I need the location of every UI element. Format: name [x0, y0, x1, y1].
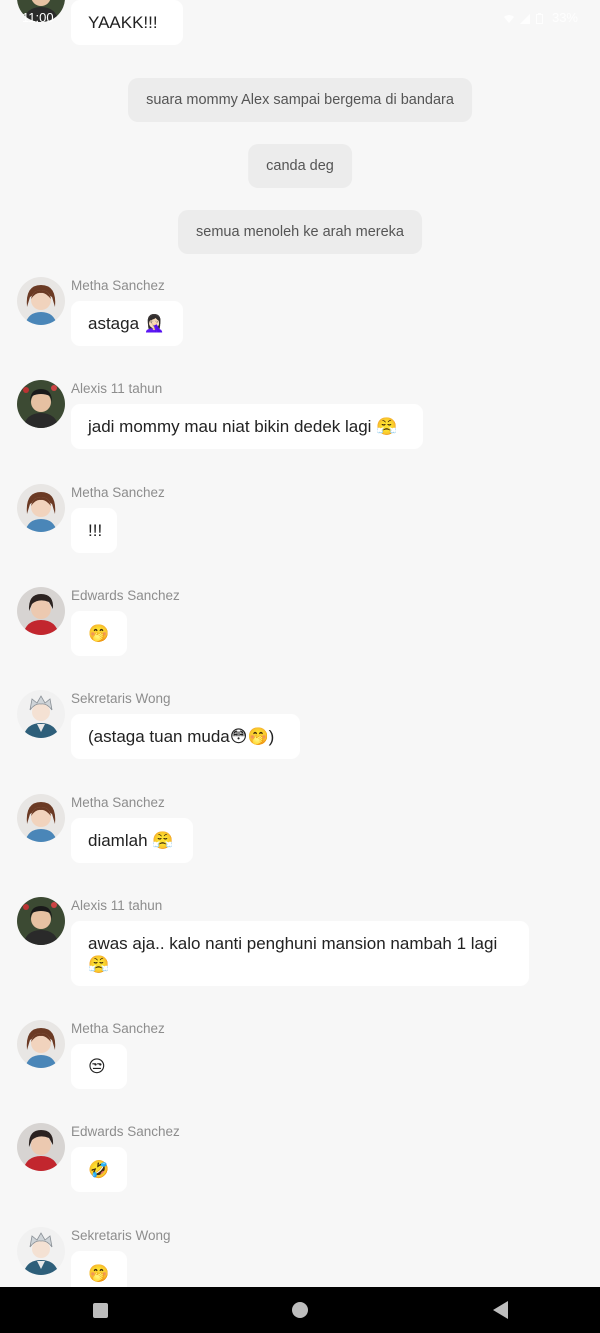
message-bubble[interactable]: astaga 🤦🏻‍♀️: [71, 301, 183, 346]
sender-name: Sekretaris Wong: [71, 1228, 171, 1243]
avatar-metha-icon[interactable]: [17, 277, 65, 325]
wifi-icon: [503, 12, 514, 23]
signal-icon: [519, 12, 530, 24]
recent-apps-button[interactable]: [80, 1290, 120, 1330]
narration-bubble[interactable]: semua menoleh ke arah mereka: [178, 210, 422, 254]
avatar-metha-icon[interactable]: [17, 794, 65, 842]
back-triangle-icon: [492, 1301, 508, 1319]
status-time: 11:00: [22, 9, 54, 25]
status-icons: 33%: [503, 9, 578, 25]
message-bubble[interactable]: 🤣: [71, 1147, 127, 1192]
message-bubble[interactable]: 😒: [71, 1044, 127, 1089]
avatar-alexis-icon[interactable]: [17, 897, 65, 945]
sender-name: Edwards Sanchez: [71, 1124, 180, 1139]
avatar-wong-icon[interactable]: [17, 1227, 65, 1275]
sender-name: Metha Sanchez: [71, 795, 165, 810]
sender-name: Alexis 11 tahun: [71, 898, 163, 913]
sender-name: Sekretaris Wong: [71, 691, 171, 706]
avatar-metha-icon[interactable]: [17, 1020, 65, 1068]
message-bubble[interactable]: !!!: [71, 508, 117, 553]
sender-name: Metha Sanchez: [71, 1021, 165, 1036]
message-bubble[interactable]: jadi mommy mau niat bikin dedek lagi 😤: [71, 404, 423, 449]
circle-icon: [292, 1302, 308, 1318]
chat-area[interactable]: YAAKK!!! suara mommy Alex sampai bergema…: [0, 0, 600, 1287]
message-bubble[interactable]: diamlah 😤: [71, 818, 193, 863]
sender-name: Metha Sanchez: [71, 278, 165, 293]
message-bubble[interactable]: 🤭: [71, 1251, 127, 1287]
navigation-bar: [0, 1287, 600, 1333]
home-button[interactable]: [280, 1290, 320, 1330]
back-button[interactable]: [480, 1290, 520, 1330]
sender-name: Edwards Sanchez: [71, 588, 180, 603]
avatar-edwards-icon[interactable]: [17, 587, 65, 635]
narration-bubble[interactable]: canda deg: [248, 144, 352, 188]
message-bubble[interactable]: 🤭: [71, 611, 127, 656]
message-bubble[interactable]: (astaga tuan muda😳🤭): [71, 714, 300, 759]
battery-icon: [535, 12, 546, 24]
narration-bubble[interactable]: suara mommy Alex sampai bergema di banda…: [128, 78, 472, 122]
sender-name: Metha Sanchez: [71, 485, 165, 500]
sender-name: Alexis 11 tahun: [71, 381, 163, 396]
message-bubble[interactable]: awas aja.. kalo nanti penghuni mansion n…: [71, 921, 529, 986]
avatar-alexis-icon[interactable]: [17, 380, 65, 428]
battery-level: 33%: [551, 9, 578, 25]
avatar-edwards-icon[interactable]: [17, 1123, 65, 1171]
avatar-metha-icon[interactable]: [17, 484, 65, 532]
avatar-wong-icon[interactable]: [17, 690, 65, 738]
square-icon: [92, 1302, 108, 1318]
status-bar: 11:00 33%: [0, 0, 600, 34]
